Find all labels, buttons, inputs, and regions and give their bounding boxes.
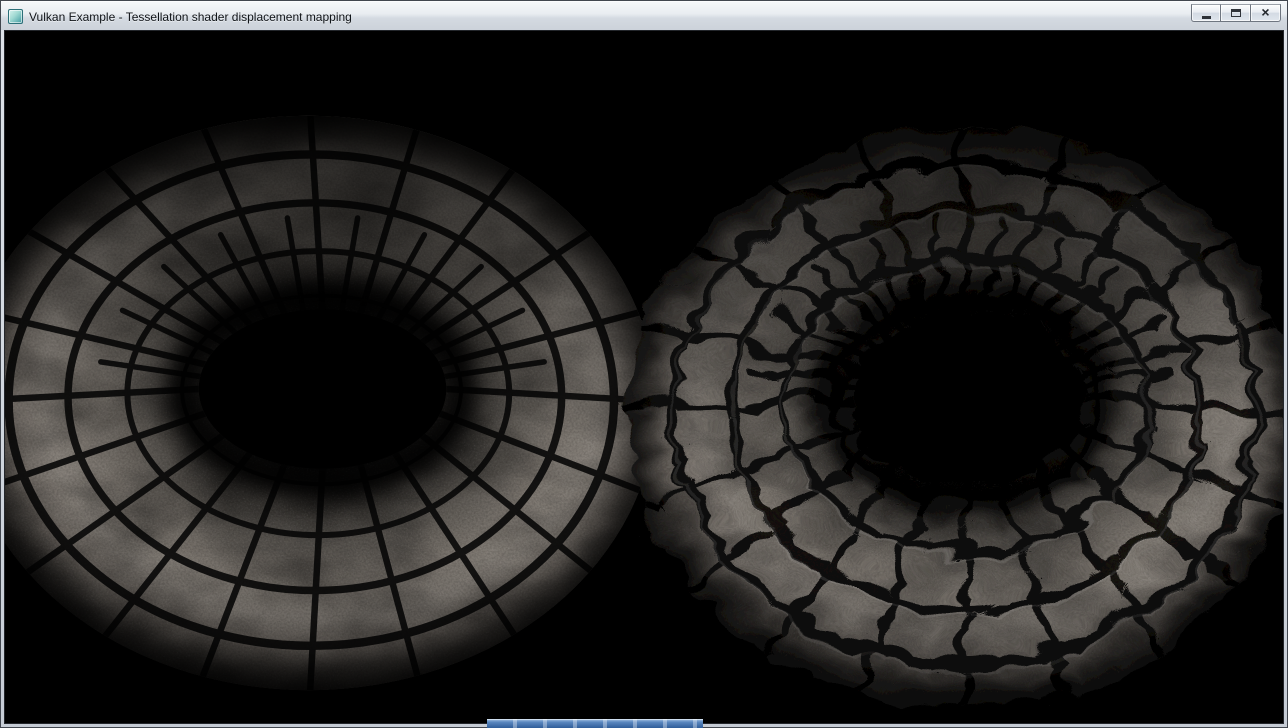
render-scene	[5, 31, 1283, 723]
app-icon	[8, 9, 23, 24]
close-icon: ×	[1261, 5, 1269, 19]
window-title: Vulkan Example - Tessellation shader dis…	[29, 9, 352, 24]
screen: Vulkan Example - Tessellation shader dis…	[0, 0, 1288, 728]
app-window: Vulkan Example - Tessellation shader dis…	[0, 0, 1288, 728]
minimize-button[interactable]	[1191, 4, 1221, 22]
render-viewport[interactable]	[4, 30, 1284, 724]
window-titlebar[interactable]: Vulkan Example - Tessellation shader dis…	[1, 1, 1287, 30]
taskbar-sliver[interactable]	[487, 719, 703, 728]
minimize-icon	[1202, 16, 1211, 19]
torus-displaced	[592, 88, 1283, 723]
maximize-button[interactable]	[1221, 4, 1251, 22]
maximize-icon	[1231, 9, 1241, 17]
window-controls: ×	[1191, 4, 1281, 22]
close-button[interactable]: ×	[1251, 4, 1281, 22]
torus-flat	[5, 86, 686, 720]
